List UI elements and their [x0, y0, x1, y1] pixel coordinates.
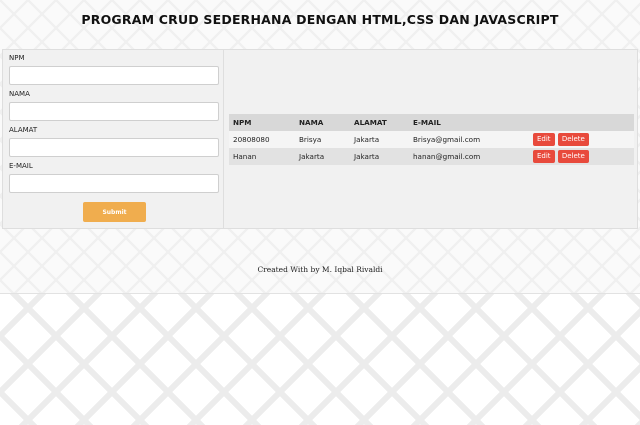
email-input[interactable]: [9, 174, 219, 193]
table-header-row: NPM NAMA ALAMAT E-MAIL: [229, 114, 634, 131]
page-title: PROGRAM CRUD SEDERHANA DENGAN HTML,CSS D…: [81, 12, 559, 27]
submit-button[interactable]: Submit: [83, 202, 146, 222]
table-row: 20808080 Brisya Jakarta Brisya@gmail.com…: [229, 131, 634, 148]
header-npm: NPM: [233, 118, 252, 127]
cell-alamat: Jakarta: [354, 152, 380, 161]
crud-container: NPM NAMA ALAMAT E-MAIL Submit NPM NAMA A…: [2, 49, 638, 229]
delete-button[interactable]: Delete: [557, 150, 589, 163]
cell-email: Brisya@gmail.com: [413, 135, 481, 144]
cell-alamat: Jakarta: [354, 135, 380, 144]
header-actions: [529, 114, 634, 131]
table-panel: NPM NAMA ALAMAT E-MAIL 20808080 Brisya J…: [227, 50, 637, 228]
footer-credit: Created With by M. Iqbal Rivaldi: [257, 265, 383, 274]
cell-nama: Jakarta: [299, 152, 325, 161]
table-row: Hanan Jakarta Jakarta hanan@gmail.com Ed…: [229, 148, 634, 165]
cell-actions: Edit Delete: [529, 148, 634, 165]
cell-email: hanan@gmail.com: [413, 152, 481, 161]
header-nama: NAMA: [299, 118, 324, 127]
delete-button[interactable]: Delete: [557, 133, 589, 146]
cell-npm: 20808080: [233, 135, 270, 144]
cell-nama: Brisya: [299, 135, 322, 144]
background-divider: [0, 293, 640, 294]
header-email: E-MAIL: [413, 118, 441, 127]
alamat-input[interactable]: [9, 138, 219, 157]
nama-input[interactable]: [9, 102, 219, 121]
cell-npm: Hanan: [233, 152, 257, 161]
data-table: NPM NAMA ALAMAT E-MAIL 20808080 Brisya J…: [229, 114, 634, 165]
email-label: E-MAIL: [9, 162, 33, 170]
cell-actions: Edit Delete: [529, 131, 634, 148]
edit-button[interactable]: Edit: [533, 133, 555, 146]
npm-label: NPM: [9, 54, 25, 62]
form-panel: NPM NAMA ALAMAT E-MAIL Submit: [3, 50, 224, 228]
edit-button[interactable]: Edit: [533, 150, 555, 163]
alamat-label: ALAMAT: [9, 126, 38, 134]
header-alamat: ALAMAT: [354, 118, 387, 127]
nama-label: NAMA: [9, 90, 30, 98]
npm-input[interactable]: [9, 66, 219, 85]
